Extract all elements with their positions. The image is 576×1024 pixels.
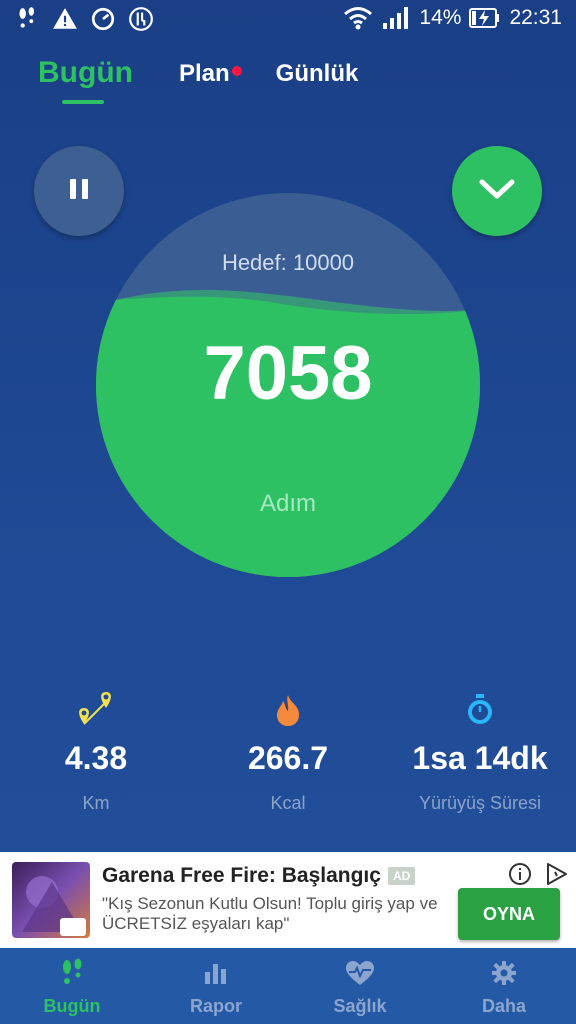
tab-today-label: Bugün [38,56,133,89]
nav-more-label: Daha [481,996,526,1016]
adchoices-icon[interactable] [544,862,568,886]
flame-icon [192,688,384,732]
step-count: 7058 [203,331,373,416]
restaurant-icon [128,6,154,32]
route-pin-icon [0,688,192,732]
heart-pulse-icon [345,958,375,988]
nav-report[interactable]: Rapor [144,948,288,1024]
tab-today[interactable]: Bugün [38,56,133,104]
ad-description: "Kış Sezonun Kutlu Olsun! Toplu giriş ya… [102,894,438,933]
ad-play-button[interactable]: OYNA [458,888,560,940]
tab-daily[interactable]: Günlük [276,60,359,90]
status-bar: 14% 22:31 [0,0,576,40]
nav-health-label: Sağlık [333,996,387,1016]
bottom-nav: Bugün Rapor Sağlık Daha [0,948,576,1024]
bar-chart-icon [203,958,229,988]
stat-duration: 1sa 14dk Yürüyüş Süresi [384,688,576,814]
footprints-icon [59,958,85,988]
tab-plan-label: Plan [178,60,230,87]
top-tabs: Bugün Plan Günlük [38,56,359,104]
footprints-status-icon [14,6,40,32]
battery-charging-icon [469,7,501,29]
stat-duration-label: Yürüyüş Süresi [418,793,542,813]
stat-distance: 4.38 Km [0,688,192,814]
nav-more[interactable]: Daha [432,948,576,1024]
nav-today[interactable]: Bugün [0,948,144,1024]
status-bar-left [14,6,154,32]
stat-distance-value: 4.38 [64,740,128,776]
stat-calories-value: 266.7 [247,740,329,776]
warning-icon [52,6,78,32]
tab-today-underline [62,100,104,104]
step-unit: Adım [259,490,316,517]
ad-badge: AD [388,867,416,885]
stat-calories-label: Kcal [270,793,306,813]
stat-distance-label: Km [82,793,110,813]
nav-today-label: Bugün [43,996,101,1016]
tab-plan-notification-dot [231,66,242,76]
chevron-down-icon [477,177,517,206]
speedometer-icon [90,6,116,32]
signal-icon [381,6,411,30]
ad-title[interactable]: Garena Free Fire: Başlangıç [102,864,381,888]
tab-daily-label: Günlük [275,60,359,87]
nav-health[interactable]: Sağlık [288,948,432,1024]
goal-label: Hedef: 10000 [221,250,355,275]
stat-calories: 266.7 Kcal [192,688,384,814]
tab-plan[interactable]: Plan [178,60,242,90]
nav-report-label: Rapor [189,996,242,1016]
stat-duration-value: 1sa 14dk [412,740,548,776]
gear-icon [491,958,517,988]
battery-percent: 14% [419,6,462,29]
ad-app-icon[interactable] [12,862,90,938]
stopwatch-icon [384,688,576,732]
info-icon[interactable] [508,862,532,886]
wifi-icon [343,6,373,30]
clock: 22:31 [509,6,562,29]
ad-banner[interactable]: Garena Free Fire: Başlangıç AD "Kış Sezo… [0,852,576,948]
ad-app-badge [60,918,86,936]
status-bar-right: 14% 22:31 [343,6,562,30]
pause-icon [66,176,92,207]
